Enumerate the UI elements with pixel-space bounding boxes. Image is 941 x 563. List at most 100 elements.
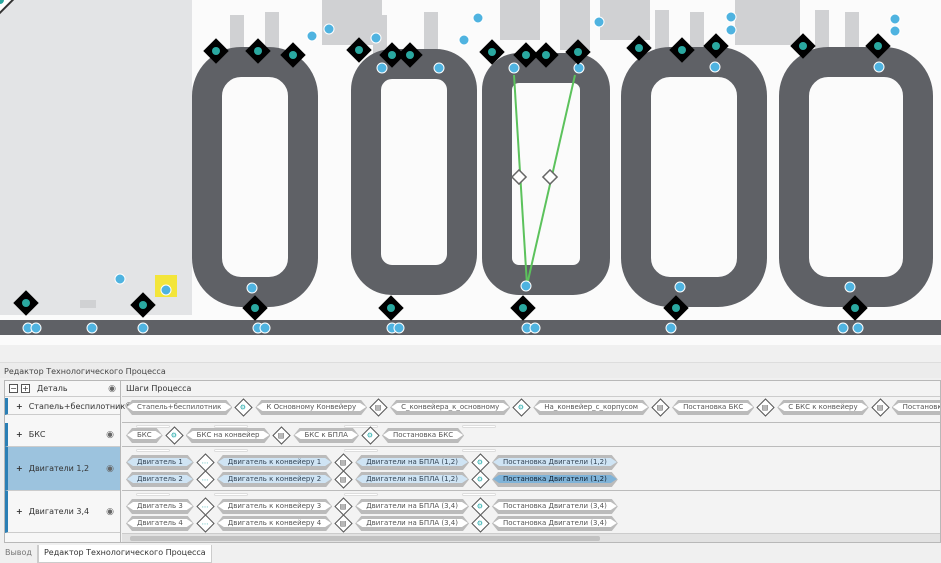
robot-icon[interactable]: ⚙	[471, 453, 490, 472]
process-editor: − + Деталь ◉ +Стапель+беспилотник◉+БКС◉+…	[4, 380, 941, 543]
step-chip-border: БКС к БПЛА	[293, 428, 358, 443]
process-step[interactable]: БКС на конвейер	[187, 431, 270, 439]
process-step[interactable]: Двигатель к конвейеру 4	[218, 519, 331, 527]
tab-process-editor[interactable]: Редактор Технологического Процесса	[37, 545, 212, 563]
process-step[interactable]: Постановка БКС	[673, 403, 753, 411]
step-lane: Двигатель 4 ⋯ Двигатель к конвейеру 4 ▤ Двиг…	[126, 514, 618, 533]
conveyor-icon[interactable]: ▤	[334, 453, 353, 472]
conveyor-glyph: ▤	[340, 475, 348, 484]
conveyor-icon[interactable]: ▤	[334, 514, 353, 533]
expand-icon[interactable]: +	[16, 430, 23, 439]
process-step[interactable]: Двигатель к конвейеру 1	[218, 458, 331, 466]
panel-title: Редактор Технологического Процесса	[0, 362, 941, 378]
process-step[interactable]: На_конвейер_с_корпусом	[534, 403, 648, 411]
process-step[interactable]: БКС к БПЛА	[294, 431, 357, 439]
conveyor-icon[interactable]: ▤	[334, 497, 353, 516]
eye-icon[interactable]: ◉	[108, 384, 116, 394]
process-step[interactable]: Постановка БКС	[383, 431, 463, 439]
part-row[interactable]: + БКС ◉	[5, 423, 120, 447]
process-step[interactable]: Постановка Двигатели (3,4)	[493, 502, 617, 510]
process-step[interactable]: Двигатель 4	[127, 519, 193, 527]
step-chip-border: Двигатель 2	[126, 472, 194, 487]
robot-icon[interactable]: ⚙	[471, 497, 490, 516]
step-chip-border: Двигатель к конвейеру 2	[217, 472, 332, 487]
drop-slot	[136, 493, 170, 496]
process-step[interactable]: Двигатель к конвейеру 3	[218, 502, 331, 510]
conveyor-icon[interactable]: ▤	[334, 470, 353, 489]
process-step[interactable]: Стапель+беспилотник	[127, 403, 231, 411]
row-divider	[122, 422, 940, 423]
conveyor-icon[interactable]: ▤	[369, 398, 388, 417]
robot-icon[interactable]: ⚙	[471, 514, 490, 533]
robot-glyph: ⚙	[240, 403, 248, 412]
expand-icon[interactable]: +	[16, 464, 23, 473]
step-chip-border: С БКС к конвейеру	[777, 400, 868, 415]
eye-icon[interactable]: ◉	[106, 464, 114, 474]
collapse-all-button[interactable]: −	[9, 384, 18, 393]
process-step[interactable]: Постановка Двигатели (1,2)	[893, 403, 940, 411]
step-chip-border: Постановка Двигатели (1,2)	[492, 472, 618, 487]
process-step[interactable]: Двигатель 3	[127, 502, 193, 510]
bottom-tabs: Вывод Редактор Технологического Процесса	[0, 545, 941, 563]
step-chip-border: Двигатели на БПЛА (3,4)	[355, 499, 469, 514]
transfer-icon[interactable]: ⋯	[196, 470, 215, 489]
process-step[interactable]: Двигатели на БПЛА (3,4)	[356, 502, 468, 510]
transfer-icon[interactable]: ⋯	[196, 497, 215, 516]
tab-output[interactable]: Вывод	[0, 545, 38, 563]
process-step[interactable]: Двигатели на БПЛА (1,2)	[356, 475, 468, 483]
process-step[interactable]: Двигатель к конвейеру 2	[218, 475, 331, 483]
process-step[interactable]: Двигатели на БПЛА (3,4)	[356, 519, 468, 527]
step-chip-border: БКС	[126, 428, 163, 443]
steps-header: Шаги Процесса	[122, 381, 940, 397]
expand-all-button[interactable]: +	[21, 384, 30, 393]
process-step[interactable]: Двигатель 2	[127, 475, 193, 483]
process-step[interactable]: С БКС к конвейеру	[778, 403, 867, 411]
part-row[interactable]: + Двигатели 3,4 ◉	[5, 491, 120, 533]
step-chip-border: Двигатель 4	[126, 516, 194, 531]
conveyor-icon[interactable]: ▤	[651, 398, 670, 417]
drop-slot	[344, 449, 378, 452]
transfer-glyph: ⋯	[201, 475, 209, 484]
conveyor-icon[interactable]: ▤	[272, 426, 292, 445]
drop-slot	[136, 449, 170, 452]
step-chip-border: Двигатели на БПЛА (1,2)	[355, 472, 469, 487]
robot-icon[interactable]: ⚙	[361, 426, 380, 445]
step-chip-border: Двигатель к конвейеру 4	[217, 516, 332, 531]
horizontal-scrollbar[interactable]	[122, 533, 940, 542]
robot-icon[interactable]: ⚙	[471, 470, 490, 489]
drop-slot	[214, 493, 248, 496]
expand-icon[interactable]: +	[16, 402, 23, 411]
robot-icon[interactable]: ⚙	[234, 398, 254, 417]
transfer-icon[interactable]: ⋯	[196, 514, 215, 533]
process-step[interactable]: Постановка Двигатели (1,2)	[493, 475, 617, 483]
factory-3d-view[interactable]	[0, 0, 941, 345]
process-step[interactable]: Постановка Двигатели (3,4)	[493, 519, 617, 527]
process-step[interactable]: К Основному Конвейеру	[256, 403, 366, 411]
process-step[interactable]: Двигатель 1	[127, 458, 193, 466]
process-step[interactable]: Двигатели на БПЛА (1,2)	[356, 458, 468, 466]
eye-icon[interactable]: ◉	[106, 430, 114, 440]
step-chip-border: БКС на конвейер	[186, 428, 271, 443]
conveyor-icon[interactable]: ▤	[756, 398, 775, 417]
step-lane: Двигатель 1 ⋯ Двигатель к конвейеру 1 ▤ Двиг…	[126, 453, 618, 472]
conveyor-glyph: ▤	[340, 502, 348, 511]
step-chip-border: К Основному Конвейеру	[255, 400, 367, 415]
eye-icon[interactable]: ◉	[106, 507, 114, 517]
process-step[interactable]: С_конвейера_к_основному	[391, 403, 509, 411]
process-step[interactable]: БКС	[127, 431, 162, 439]
expand-icon[interactable]: +	[16, 507, 23, 516]
part-label: Двигатели 1,2	[28, 464, 90, 473]
scrollbar-thumb[interactable]	[130, 536, 600, 541]
process-step[interactable]: Постановка Двигатели (1,2)	[493, 458, 617, 466]
part-row[interactable]: + Двигатели 1,2 ◉	[5, 447, 120, 491]
part-row[interactable]: +Стапель+беспилотник◉	[5, 398, 133, 415]
step-chip-border: Двигатель 3	[126, 499, 194, 514]
transfer-icon[interactable]: ⋯	[196, 453, 215, 472]
robot-icon[interactable]: ⚙	[512, 398, 531, 417]
conveyor-icon[interactable]: ▤	[870, 398, 890, 417]
robot-icon[interactable]: ⚙	[164, 426, 184, 445]
step-chip-border: Постановка Двигатели (3,4)	[492, 499, 618, 514]
step-chip-border: Двигатели на БПЛА (3,4)	[355, 516, 469, 531]
robot-glyph: ⚙	[171, 431, 178, 440]
transfer-glyph: ⋯	[201, 458, 209, 467]
